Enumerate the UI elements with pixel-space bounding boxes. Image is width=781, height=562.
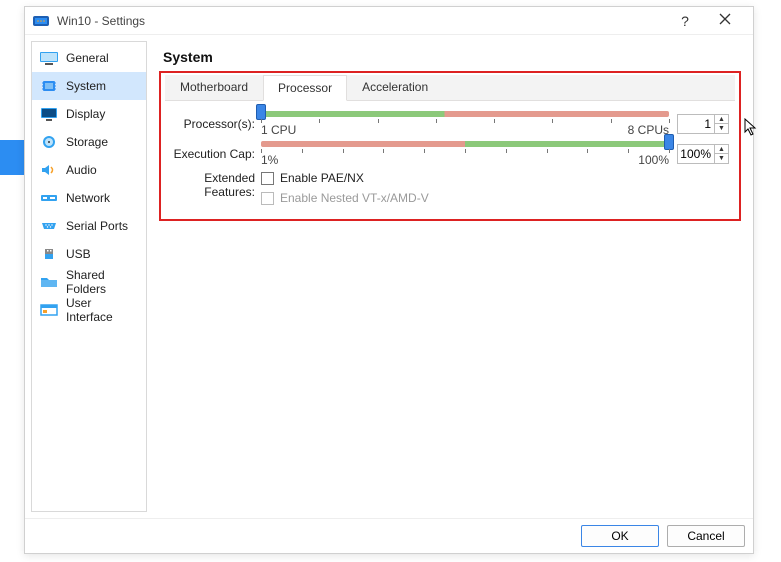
extended-label: Extended Features: bbox=[171, 171, 261, 199]
execcap-min-label: 1% bbox=[261, 153, 278, 167]
category-sidebar: General System Display Storage Audio Net… bbox=[31, 41, 147, 512]
spin-down-icon[interactable]: ▼ bbox=[715, 154, 728, 163]
sidebar-item-label: General bbox=[66, 51, 109, 65]
close-button[interactable] bbox=[705, 13, 745, 28]
main-panel: System Motherboard Processor Acceleratio… bbox=[153, 41, 747, 512]
execcap-value[interactable] bbox=[678, 145, 714, 163]
sidebar-item-label: Storage bbox=[66, 135, 108, 149]
tabstrip: Motherboard Processor Acceleration bbox=[165, 75, 735, 101]
processors-min-label: 1 CPU bbox=[261, 123, 296, 137]
ok-button[interactable]: OK bbox=[581, 525, 659, 547]
execcap-label: Execution Cap: bbox=[171, 147, 261, 161]
speaker-icon bbox=[40, 162, 58, 178]
sidebar-item-label: Audio bbox=[66, 163, 97, 177]
pae-label: Enable PAE/NX bbox=[280, 171, 364, 185]
processors-thumb[interactable] bbox=[256, 104, 266, 120]
settings-dialog: Win10 - Settings ? General System Displa… bbox=[24, 6, 754, 554]
sidebar-item-label: USB bbox=[66, 247, 91, 261]
processors-spinner[interactable]: ▲▼ bbox=[677, 114, 729, 134]
highlight-annotation: Motherboard Processor Acceleration Proce… bbox=[159, 71, 741, 221]
window-title: Win10 - Settings bbox=[57, 14, 665, 28]
spin-up-icon[interactable]: ▲ bbox=[715, 115, 728, 124]
execcap-thumb[interactable] bbox=[664, 134, 674, 150]
sidebar-item-label: Serial Ports bbox=[66, 219, 128, 233]
spin-up-icon[interactable]: ▲ bbox=[715, 145, 728, 154]
mouse-cursor-icon bbox=[744, 118, 758, 136]
network-icon bbox=[40, 190, 58, 206]
sidebar-item-display[interactable]: Display bbox=[32, 100, 146, 128]
folder-icon bbox=[40, 274, 58, 290]
sidebar-item-label: User Interface bbox=[66, 296, 138, 324]
chip-icon bbox=[40, 78, 58, 94]
nested-checkbox bbox=[261, 192, 274, 205]
sidebar-item-shared[interactable]: Shared Folders bbox=[32, 268, 146, 296]
execcap-spinner[interactable]: ▲▼ bbox=[677, 144, 729, 164]
monitor-icon bbox=[40, 50, 58, 66]
disk-icon bbox=[40, 134, 58, 150]
processors-label: Processor(s): bbox=[171, 117, 261, 131]
usb-icon bbox=[40, 246, 58, 262]
processors-slider[interactable]: 1 CPU 8 CPUs bbox=[261, 111, 669, 137]
execcap-slider[interactable]: 1% 100% bbox=[261, 141, 669, 167]
sidebar-item-system[interactable]: System bbox=[32, 72, 146, 100]
tab-acceleration[interactable]: Acceleration bbox=[347, 74, 443, 100]
sidebar-item-general[interactable]: General bbox=[32, 44, 146, 72]
spin-down-icon[interactable]: ▼ bbox=[715, 124, 728, 133]
sidebar-item-ui[interactable]: User Interface bbox=[32, 296, 146, 324]
pae-checkbox[interactable] bbox=[261, 172, 274, 185]
virtualbox-icon bbox=[33, 13, 49, 29]
tab-processor-body: Processor(s): 1 CPU 8 CPUs bbox=[165, 101, 735, 217]
tab-processor[interactable]: Processor bbox=[263, 75, 347, 101]
help-button[interactable]: ? bbox=[665, 13, 705, 29]
display-icon bbox=[40, 106, 58, 122]
processors-value[interactable] bbox=[678, 115, 714, 133]
sidebar-item-label: System bbox=[66, 79, 106, 93]
nested-label: Enable Nested VT-x/AMD-V bbox=[280, 191, 429, 205]
section-title: System bbox=[163, 49, 737, 65]
tab-motherboard[interactable]: Motherboard bbox=[165, 74, 263, 100]
execcap-max-label: 100% bbox=[638, 153, 669, 167]
serial-port-icon bbox=[40, 218, 58, 234]
sidebar-item-network[interactable]: Network bbox=[32, 184, 146, 212]
ui-icon bbox=[40, 302, 58, 318]
sidebar-item-storage[interactable]: Storage bbox=[32, 128, 146, 156]
sidebar-item-label: Display bbox=[66, 107, 105, 121]
processors-max-label: 8 CPUs bbox=[628, 123, 669, 137]
titlebar[interactable]: Win10 - Settings ? bbox=[25, 7, 753, 35]
sidebar-item-serial[interactable]: Serial Ports bbox=[32, 212, 146, 240]
sidebar-item-label: Network bbox=[66, 191, 110, 205]
sidebar-item-audio[interactable]: Audio bbox=[32, 156, 146, 184]
cancel-button[interactable]: Cancel bbox=[667, 525, 745, 547]
sidebar-item-label: Shared Folders bbox=[66, 268, 138, 296]
dialog-footer: OK Cancel bbox=[25, 518, 753, 553]
sidebar-item-usb[interactable]: USB bbox=[32, 240, 146, 268]
